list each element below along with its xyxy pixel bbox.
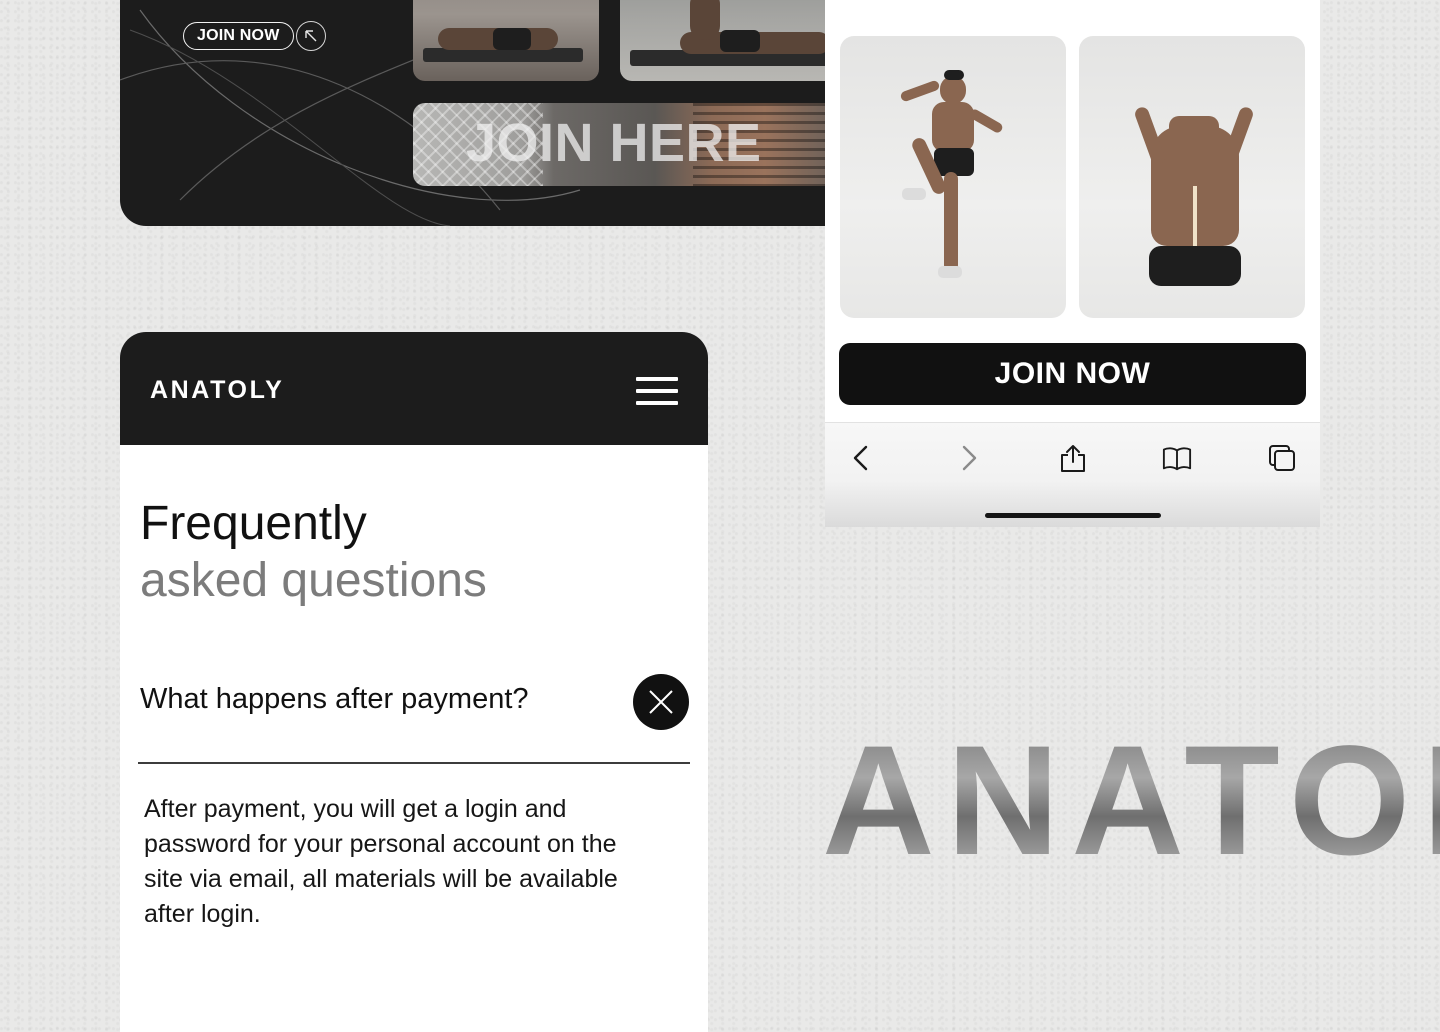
join-now-button[interactable]: JOIN NOW (183, 22, 294, 50)
tabs-icon[interactable] (1267, 443, 1297, 473)
faq-screen: ANATOLY Frequently asked questions What … (120, 332, 708, 1032)
back-icon[interactable] (847, 443, 877, 473)
cropped-heading-graphic (895, 0, 1255, 5)
faq-title-line1: Frequently (140, 497, 367, 550)
cropped-heading (895, 0, 1255, 18)
athlete-photo-kick (840, 36, 1066, 318)
brand-logo[interactable]: ANATOLY (150, 376, 284, 405)
brand-wordmark: ANATOLY (822, 723, 1440, 879)
browser-toolbar (825, 422, 1320, 527)
join-here-text: JOIN HERE (466, 113, 762, 173)
faq-divider (138, 762, 690, 764)
workout-photo-2 (620, 0, 850, 81)
faq-answer: After payment, you will get a login and … (144, 795, 618, 928)
site-header: ANATOLY (120, 332, 708, 445)
close-icon (649, 690, 673, 714)
faq-title-line2: asked questions (140, 554, 487, 607)
workout-photo-1 (413, 0, 599, 81)
arrow-button[interactable] (296, 21, 326, 51)
join-here-banner[interactable]: JOIN HERE (413, 103, 853, 186)
mobile-screen: JOIN NOW (825, 0, 1320, 527)
bookmarks-icon[interactable] (1162, 443, 1192, 473)
forward-icon[interactable] (953, 443, 983, 473)
arrow-up-left-icon (305, 30, 317, 42)
home-indicator (985, 513, 1161, 518)
faq-question[interactable]: What happens after payment? (140, 683, 529, 716)
promo-card: JOIN NOW JOIN HERE (120, 0, 880, 226)
athlete-photo-back (1079, 36, 1305, 318)
share-icon[interactable] (1058, 443, 1088, 473)
join-now-button-large[interactable]: JOIN NOW (839, 343, 1306, 405)
menu-icon[interactable] (636, 376, 678, 406)
collapse-button[interactable] (633, 674, 689, 730)
join-now-label: JOIN NOW (197, 27, 280, 44)
